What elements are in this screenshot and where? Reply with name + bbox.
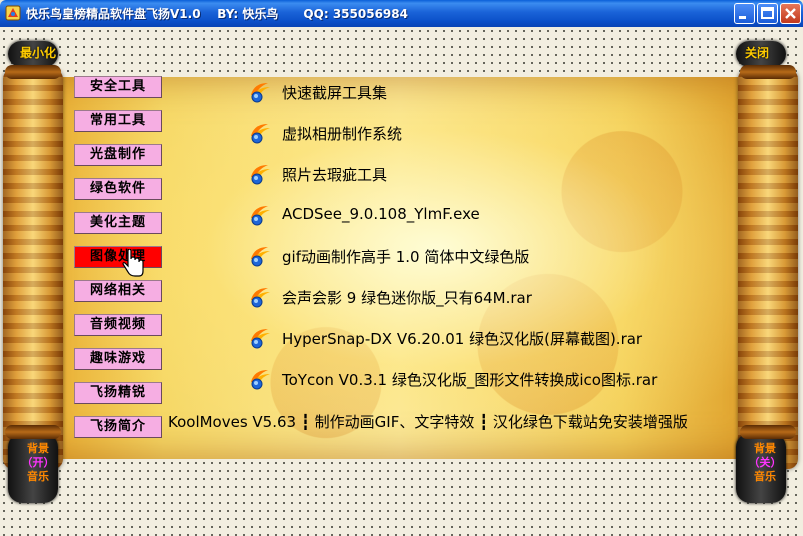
client-area: 最小化 关闭 背景 （开） 音乐 背景 （关） 音乐 安全工具 常用工具 光盘制… (0, 27, 803, 536)
music-off-line1: 背景 (754, 442, 776, 455)
category-audio-video[interactable]: 音频视频 (74, 314, 162, 336)
hand-pointer-cursor-icon (122, 249, 144, 277)
music-off-button[interactable]: 背景 （关） 音乐 (740, 442, 790, 484)
left-top-cap (5, 65, 61, 79)
window-title: 快乐鸟皇榜精品软件盘飞扬V1.0 BY: 快乐鸟 QQ: 355056984 (26, 7, 408, 21)
left-scroll-rod (3, 69, 63, 469)
maximize-button[interactable] (757, 3, 778, 24)
software-item-label: gif动画制作高手 1.0 简体中文绿色版 (282, 248, 530, 266)
minimize-label-button[interactable]: 最小化 (20, 44, 56, 61)
close-label-button[interactable]: 关闭 (745, 44, 769, 61)
orange-ribbon-globe-icon (251, 83, 270, 103)
software-item-label: 快速截屏工具集 (282, 84, 388, 102)
orange-ribbon-globe-icon (251, 370, 270, 390)
software-item-label: 会声会影 9 绿色迷你版_只有64M.rar (282, 289, 532, 307)
category-feiyang-intro[interactable]: 飞扬简介 (74, 416, 162, 438)
close-button[interactable] (780, 3, 801, 24)
orange-ribbon-globe-icon (251, 329, 270, 349)
music-on-button[interactable]: 背景 （开） 音乐 (13, 442, 63, 484)
music-on-state: （开） (21, 456, 55, 469)
category-image-processing[interactable]: 图像处理 (74, 246, 162, 268)
title-bar[interactable]: 快乐鸟皇榜精品软件盘飞扬V1.0 BY: 快乐鸟 QQ: 355056984 (0, 0, 803, 27)
category-disc-making[interactable]: 光盘制作 (74, 144, 162, 166)
music-on-line3: 音乐 (27, 470, 49, 483)
orange-ribbon-globe-icon (251, 165, 270, 185)
category-network[interactable]: 网络相关 (74, 280, 162, 302)
right-top-cap (740, 65, 796, 79)
orange-ribbon-globe-icon (251, 288, 270, 308)
software-item-label: ACDSee_9.0.108_YlmF.exe (282, 205, 480, 223)
category-games[interactable]: 趣味游戏 (74, 348, 162, 370)
category-green-software[interactable]: 绿色软件 (74, 178, 162, 200)
software-item-label: 虚拟相册制作系统 (282, 125, 403, 143)
category-common-tools[interactable]: 常用工具 (74, 110, 162, 132)
orange-ribbon-globe-icon (251, 124, 270, 144)
close-icon (785, 8, 796, 19)
music-on-line1: 背景 (27, 442, 49, 455)
category-security-tools[interactable]: 安全工具 (74, 76, 162, 98)
app-icon (5, 5, 21, 21)
category-themes[interactable]: 美化主题 (74, 212, 162, 234)
app-window: 快乐鸟皇榜精品软件盘飞扬V1.0 BY: 快乐鸟 QQ: 355056984 最… (0, 0, 803, 536)
orange-ribbon-globe-icon (251, 247, 270, 267)
software-item-label: 照片去瑕疵工具 (282, 166, 388, 184)
minimize-icon (739, 16, 746, 19)
music-off-line3: 音乐 (754, 470, 776, 483)
left-bottom-cap (5, 425, 61, 439)
category-feiyang-elite[interactable]: 飞扬精锐 (74, 382, 162, 404)
software-item-label: ToYcon V0.3.1 绿色汉化版_图形文件转换成ico图标.rar (282, 371, 658, 389)
right-bottom-cap (740, 425, 796, 439)
orange-ribbon-globe-icon (251, 206, 270, 226)
maximize-icon (761, 7, 774, 19)
software-item-label: HyperSnap-DX V6.20.01 绿色汉化版(屏幕截图).rar (282, 330, 643, 348)
music-off-state: （关） (748, 456, 782, 469)
right-scroll-rod (738, 69, 798, 469)
software-item-koolmoves[interactable]: KoolMoves V5.63 ┇ 制作动画GIF、文字特效 ┇ 汉化绿色下载站… (168, 411, 688, 432)
minimize-button[interactable] (734, 3, 755, 24)
